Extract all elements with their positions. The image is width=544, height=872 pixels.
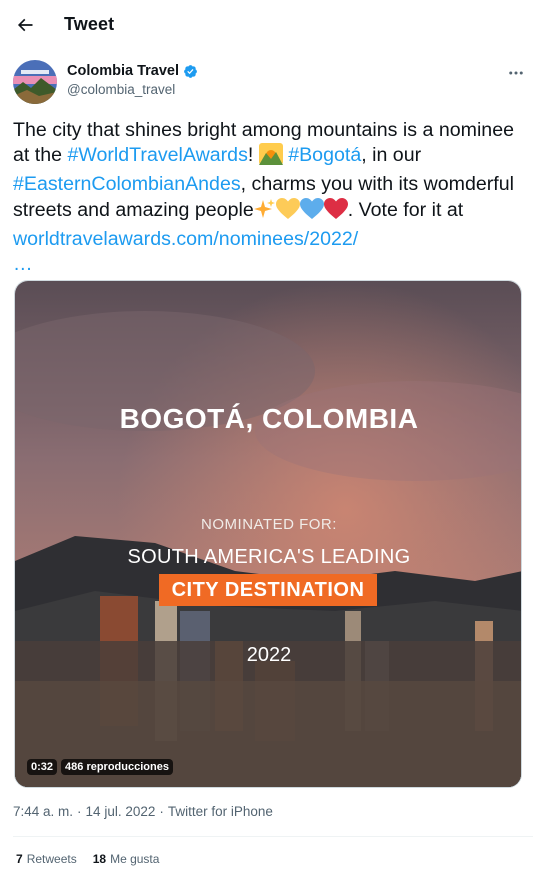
nominated-for-label: NOMINATED FOR: (201, 516, 337, 533)
arrow-left-icon (17, 18, 33, 32)
top-bar: Tweet (0, 0, 544, 50)
likes-count: 18 (92, 852, 107, 866)
video-year: 2022 (246, 644, 292, 666)
tweet-text-part: . Vote for it at (347, 198, 464, 221)
tweet-date[interactable]: 14 jul. 2022 (86, 804, 156, 819)
hashtag-bogota[interactable]: #Bogotá (288, 144, 361, 166)
tweet-text-part: , in our (361, 144, 422, 167)
verified-badge-icon (184, 64, 197, 78)
retweets-label: Retweets (26, 852, 77, 866)
video-title: BOGOTÁ, COLOMBIA (119, 403, 419, 434)
page-title: Tweet (64, 14, 115, 34)
author-name[interactable]: Colombia Travel (67, 63, 198, 79)
tweet-text-part: ! (247, 144, 259, 167)
tweet-stats: 7 Retweets 18 Me gusta (16, 852, 159, 866)
likes-label: Me gusta (110, 852, 160, 866)
sparkles-emoji-icon (253, 198, 276, 227)
separator: · (159, 804, 164, 819)
video-views: 486 reproducciones (61, 759, 173, 775)
tweet-timestamp: 7:44 a. m. · 14 jul. 2022 · Twitter for … (13, 804, 273, 819)
tweet-source[interactable]: Twitter for iPhone (168, 804, 273, 819)
divider (13, 836, 533, 837)
video-duration: 0:32 (27, 759, 58, 775)
likes-stat[interactable]: 18 Me gusta (93, 852, 160, 866)
back-button[interactable] (8, 8, 42, 42)
tweet-author: Colombia Travel @colombia_travel (13, 60, 533, 104)
yellow-heart-emoji-icon (275, 197, 300, 227)
red-heart-emoji-icon (323, 197, 348, 227)
author-handle[interactable]: @colombia_travel (67, 82, 175, 97)
tweet-text: The city that shines bright among mounta… (13, 118, 528, 277)
hashtag-eastern-colombian-andes[interactable]: #EasternColombianAndes (13, 173, 241, 195)
separator: · (77, 804, 82, 819)
category-banner: CITY DESTINATION (159, 574, 377, 606)
tweet-time[interactable]: 7:44 a. m. (13, 804, 73, 819)
more-horizontal-icon (509, 71, 523, 75)
video-thumbnail (15, 281, 521, 787)
retweets-stat[interactable]: 7 Retweets (16, 852, 77, 866)
sunrise-over-mountains-emoji-icon (258, 143, 283, 172)
hashtag-world-travel-awards[interactable]: #WorldTravelAwards (67, 144, 247, 166)
more-button[interactable] (499, 58, 533, 88)
category-line-1: SOUTH AMERICA'S LEADING (127, 546, 411, 568)
category-line-2: CITY DESTINATION (171, 578, 365, 601)
retweets-count: 7 (16, 852, 23, 866)
author-name-label: Colombia Travel (67, 63, 180, 79)
avatar[interactable] (13, 60, 57, 104)
vote-link[interactable]: worldtravelawards.com/nominees/2022/ (13, 228, 358, 250)
blue-heart-emoji-icon (299, 197, 324, 227)
show-more-ellipsis[interactable]: … (13, 253, 33, 275)
video-meta: 0:32 486 reproducciones (27, 759, 173, 775)
video-player[interactable]: BOGOTÁ, COLOMBIA NOMINATED FOR: SOUTH AM… (14, 280, 522, 788)
